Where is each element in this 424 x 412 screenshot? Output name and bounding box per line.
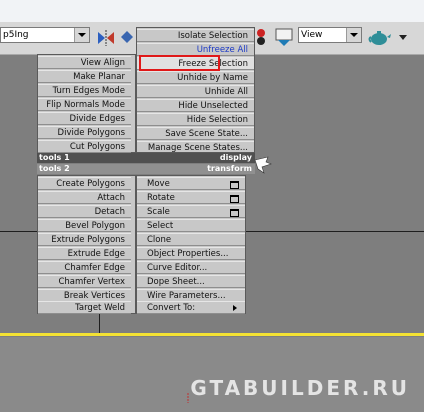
- mouse-cursor-icon: [254, 156, 272, 174]
- quad-transform-panel: Move Rotate Scale Select Clone Object Pr…: [136, 175, 246, 314]
- align-icon[interactable]: [120, 30, 134, 44]
- freeze-selection-highlight: [139, 55, 220, 71]
- menu-item-hide-unselected[interactable]: Hide Unselected: [137, 99, 254, 112]
- quad-title-tools1: tools 1 display: [37, 153, 255, 163]
- menu-item-attach[interactable]: Attach: [38, 191, 131, 204]
- menu-item-make-planar[interactable]: Make Planar: [38, 70, 131, 83]
- settings-box-icon[interactable]: [230, 195, 239, 203]
- chevron-down-icon[interactable]: [346, 28, 361, 42]
- menu-item-unhide-all[interactable]: Unhide All: [137, 85, 254, 98]
- menu-item-extrude-polygons[interactable]: Extrude Polygons: [38, 233, 131, 246]
- window-title-strip: [0, 0, 424, 22]
- quad-display-panel: Isolate Selection Unfreeze All Freeze Se…: [136, 27, 255, 154]
- menu-item-target-weld[interactable]: Target Weld: [38, 301, 131, 314]
- menu-item-select[interactable]: Select: [137, 219, 245, 232]
- menu-item-scale[interactable]: Scale: [137, 205, 245, 218]
- settings-box-icon[interactable]: [230, 181, 239, 189]
- menu-item-isolate-selection[interactable]: Isolate Selection: [137, 29, 254, 42]
- chevron-down-icon[interactable]: [398, 34, 408, 42]
- selection-set-value: p5Ing: [3, 30, 29, 40]
- menu-item-save-scene-state[interactable]: Save Scene State...: [137, 127, 254, 140]
- mirror-icon[interactable]: [96, 28, 116, 48]
- menu-item-unhide-by-name[interactable]: Unhide by Name: [137, 71, 254, 84]
- menu-item-convert-to[interactable]: Convert To:: [137, 301, 245, 314]
- menu-item-curve-editor[interactable]: Curve Editor...: [137, 261, 245, 274]
- menu-item-view-align[interactable]: View Align: [38, 56, 131, 69]
- menu-item-object-properties[interactable]: Object Properties...: [137, 247, 245, 260]
- menu-item-bevel-polygon[interactable]: Bevel Polygon: [38, 219, 131, 232]
- active-viewport-border: [0, 333, 424, 336]
- teapot-render-icon[interactable]: [368, 28, 392, 46]
- menu-item-chamfer-edge[interactable]: Chamfer Edge: [38, 261, 131, 274]
- quad-tools2-panel: Create Polygons Attach Detach Bevel Poly…: [37, 175, 136, 314]
- submenu-arrow-icon: [233, 305, 237, 311]
- menu-item-rotate[interactable]: Rotate: [137, 191, 245, 204]
- menu-item-clone[interactable]: Clone: [137, 233, 245, 246]
- menu-item-divide-polygons[interactable]: Divide Polygons: [38, 126, 131, 139]
- menu-item-create-polygons[interactable]: Create Polygons: [38, 177, 131, 190]
- material-editor-icon[interactable]: [254, 28, 268, 46]
- menu-item-chamfer-vertex[interactable]: Chamfer Vertex: [38, 275, 131, 288]
- settings-box-icon[interactable]: [230, 209, 239, 217]
- menu-item-divide-edges[interactable]: Divide Edges: [38, 112, 131, 125]
- chevron-down-icon[interactable]: [74, 28, 89, 42]
- render-setup-icon[interactable]: [274, 27, 296, 47]
- menu-item-cut-polygons[interactable]: Cut Polygons: [38, 140, 131, 153]
- menu-item-dope-sheet[interactable]: Dope Sheet...: [137, 275, 245, 288]
- quad-tools1-panel: View Align Make Planar Turn Edges Mode F…: [37, 54, 136, 153]
- quad-title-tools2: tools 2 transform: [37, 164, 255, 174]
- menu-item-detach[interactable]: Detach: [38, 205, 131, 218]
- menu-item-hide-selection[interactable]: Hide Selection: [137, 113, 254, 126]
- watermark: GTABUILDER.RU: [190, 376, 410, 400]
- lower-viewport[interactable]: [0, 337, 424, 412]
- menu-item-move[interactable]: Move: [137, 177, 245, 190]
- menu-item-extrude-edge[interactable]: Extrude Edge: [38, 247, 131, 260]
- selection-set-combo[interactable]: p5Ing: [0, 27, 90, 43]
- menu-item-flip-normals-mode[interactable]: Flip Normals Mode: [38, 98, 131, 111]
- render-view-value: View: [301, 30, 323, 40]
- menu-item-turn-edges-mode[interactable]: Turn Edges Mode: [38, 84, 131, 97]
- render-view-combo[interactable]: View: [298, 27, 362, 43]
